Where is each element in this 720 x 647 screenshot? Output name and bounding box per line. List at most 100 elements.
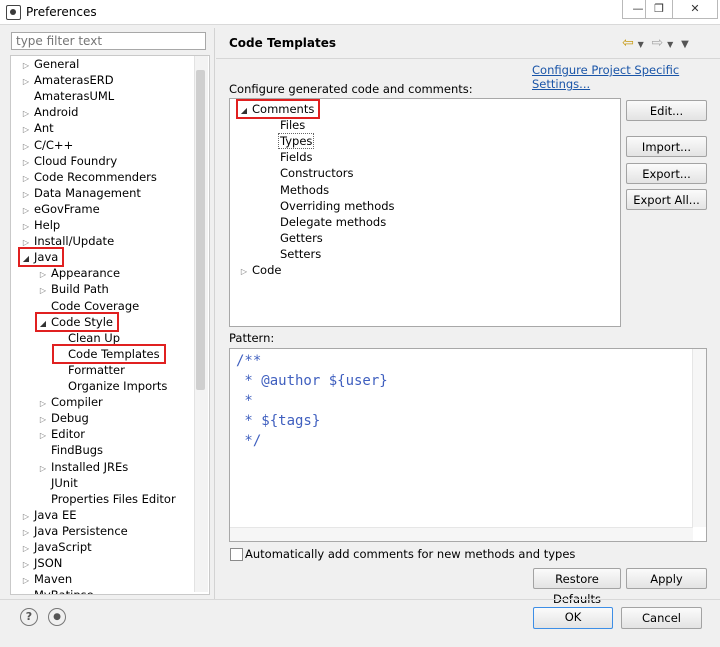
close-button[interactable]: ✕ (672, 0, 718, 19)
preference-tree[interactable]: ▷ General ▷ AmaterasERD AmaterasUML ▷ Android ▷… (10, 55, 210, 595)
tree-item-label: Compiler (51, 395, 103, 410)
template-item[interactable]: Types (266, 133, 315, 150)
pane-divider[interactable] (214, 28, 215, 600)
tree-item[interactable]: ▷ Installed JREs (37, 459, 130, 475)
template-item[interactable]: ▷ Code (238, 262, 283, 278)
tree-item-label: Java (34, 250, 59, 265)
template-item[interactable]: Overriding methods (266, 198, 397, 214)
tree-item-label: C/C++ (34, 137, 74, 152)
filter-input[interactable] (11, 32, 206, 50)
tree-item[interactable]: ▷ AmaterasERD (20, 72, 116, 88)
collapsed-arrow-icon[interactable]: ▷ (20, 589, 32, 594)
template-item-label: Comments (252, 102, 315, 116)
tree-item[interactable]: ▷MyBatipse (20, 587, 96, 594)
tree-item[interactable]: Code Coverage (37, 298, 141, 314)
expanded-arrow-icon[interactable]: ◢ (20, 251, 32, 267)
tree-item[interactable]: ◢ Code Style (35, 311, 119, 332)
tree-item[interactable]: Clean Up (54, 330, 122, 346)
tree-item[interactable]: Organize Imports (54, 378, 169, 394)
template-item[interactable]: Delegate methods (266, 214, 388, 230)
pattern-vscrollbar[interactable] (692, 349, 706, 527)
templates-tree[interactable]: ◢ Comments Files Types Fields Constructors Met… (229, 98, 621, 327)
page-nav[interactable]: ⇦ ▼ ⇨ ▼ ▼ (622, 35, 689, 51)
tree-item-label: General (34, 57, 80, 71)
tree-item-label: Editor (51, 427, 86, 442)
project-settings-link[interactable]: Configure Project Specific Settings... (532, 63, 720, 91)
tree-item[interactable]: Properties Files Editor (37, 491, 178, 507)
template-item-label: Overriding methods (280, 198, 395, 213)
page-title: Code Templates (229, 36, 337, 50)
apply-button[interactable]: Apply (626, 568, 707, 589)
tree-item-label: Android (34, 105, 79, 120)
restore-defaults-button[interactable]: Restore Defaults (533, 568, 621, 606)
tree-item[interactable]: ▷ C/C++ (20, 137, 75, 153)
tree-item[interactable]: ▷ eGovFrame (20, 201, 102, 217)
tree-item[interactable]: FindBugs (37, 442, 105, 458)
tree-item[interactable]: ▷ Appearance (37, 265, 122, 281)
tree-item[interactable]: AmaterasUML (20, 88, 116, 104)
pattern-hscrollbar[interactable] (230, 527, 693, 541)
tree-item[interactable]: ▷ Data Management (20, 185, 143, 201)
template-item[interactable]: Methods (266, 182, 331, 198)
expanded-arrow-icon[interactable]: ◢ (238, 103, 250, 119)
tree-item[interactable]: ▷ Debug (37, 410, 91, 426)
tree-item-label: Code Coverage (51, 298, 140, 313)
import-button[interactable]: Import... (626, 136, 707, 157)
help-icon[interactable]: ? (20, 608, 38, 626)
tree-item[interactable]: Code Templates (52, 343, 166, 364)
title-bar (0, 0, 720, 25)
collapsed-arrow-icon[interactable]: ▷ (238, 264, 250, 280)
cancel-button[interactable]: Cancel (621, 607, 702, 629)
tree-item-label: Data Management (34, 185, 141, 200)
pattern-label: Pattern: (229, 331, 275, 345)
tree-item[interactable]: ▷ Ant (20, 120, 56, 136)
back-icon[interactable]: ⇦ (622, 35, 634, 51)
template-item-label: Code (252, 263, 282, 277)
tree-item[interactable]: ▷ Help (20, 217, 62, 233)
tree-item[interactable]: Formatter (54, 362, 127, 378)
back-menu-icon[interactable]: ▼ (638, 40, 644, 49)
tree-item-label: Help (34, 218, 61, 232)
tree-item-label: Formatter (68, 362, 125, 377)
tree-item[interactable]: JUnit (37, 475, 80, 491)
tree-item[interactable]: ▷ Editor (37, 426, 87, 442)
tree-item[interactable]: ▷ JavaScript (20, 539, 94, 555)
tree-item[interactable]: ▷ Java Persistence (20, 523, 130, 539)
tree-item-label: Appearance (51, 266, 121, 281)
forward-menu-icon[interactable]: ▼ (667, 40, 673, 49)
template-item[interactable]: Setters (266, 246, 323, 262)
tree-item[interactable]: ▷ Code Recommenders (20, 169, 159, 185)
view-menu-icon[interactable]: ▼ (681, 39, 689, 50)
tree-item[interactable]: ▷ General (20, 56, 81, 72)
template-item-label: Fields (280, 150, 313, 165)
tree-scrollbar-thumb[interactable] (196, 70, 205, 390)
tree-item[interactable]: ▷ Java EE (20, 507, 78, 523)
ok-button[interactable]: OK (533, 607, 613, 629)
template-item[interactable]: Fields (266, 149, 315, 165)
tree-item[interactable]: ▷ Build Path (37, 281, 111, 297)
expanded-arrow-icon[interactable]: ◢ (37, 316, 49, 332)
export-button[interactable]: Export... (626, 163, 707, 184)
pattern-text[interactable]: /** * @author ${user} * * ${tags} */ (236, 351, 388, 451)
template-item[interactable]: Getters (266, 230, 325, 246)
tree-item[interactable]: ◢ Java (17, 247, 65, 268)
tree-item-label: Organize Imports (68, 379, 168, 393)
tree-item-label: JSON (34, 556, 63, 571)
tree-item[interactable]: ▷ Cloud Foundry (20, 153, 119, 169)
template-item[interactable]: Files (266, 117, 307, 133)
pattern-editor[interactable]: /** * @author ${user} * * ${tags} */ (229, 348, 707, 542)
tree-item[interactable]: ▷ Install/Update (20, 233, 116, 249)
template-item[interactable]: Constructors (266, 165, 355, 181)
tree-item[interactable]: ▷ JSON (20, 555, 64, 571)
tree-item[interactable]: ▷ Compiler (37, 394, 105, 410)
forward-icon[interactable]: ⇨ (652, 35, 664, 51)
tree-item[interactable]: ▷ Maven (20, 571, 74, 587)
template-item[interactable]: ◢ Comments (235, 99, 321, 119)
export-all-button[interactable]: Export All... (626, 189, 707, 210)
restore-button[interactable]: ❐ (645, 0, 673, 19)
window-title: Preferences (26, 5, 97, 19)
auto-comment-checkbox[interactable] (230, 548, 243, 561)
record-icon[interactable]: ● (48, 608, 66, 626)
tree-item[interactable]: ▷ Android (20, 104, 80, 120)
edit-button[interactable]: Edit... (626, 100, 707, 121)
